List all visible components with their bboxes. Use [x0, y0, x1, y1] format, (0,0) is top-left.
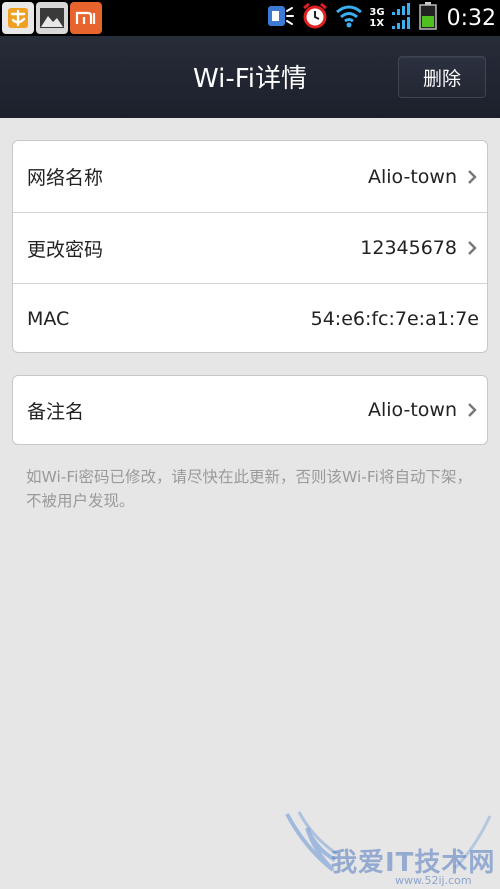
status-bar: 3G 1X 0:32 [0, 0, 500, 36]
change-password-row[interactable]: 更改密码 12345678 [13, 212, 487, 283]
network-1x-label: 1X [369, 18, 385, 29]
watermark: 我爱IT技术网 www.52ij.com [285, 808, 500, 889]
remark-card: 备注名 Alio-town [12, 375, 488, 445]
video-call-icon [267, 3, 295, 33]
change-password-label: 更改密码 [27, 238, 104, 261]
network-name-row[interactable]: 网络名称 Alio-town [13, 141, 487, 212]
mac-label: MAC [27, 308, 70, 330]
network-3g-label: 3G [369, 7, 385, 18]
remark-name-label: 备注名 [27, 400, 85, 423]
app-notification-icon [2, 2, 34, 34]
clock: 0:32 [446, 5, 496, 31]
remark-name-row[interactable]: 备注名 Alio-town [13, 376, 487, 444]
hint-text: 如Wi-Fi密码已修改，请尽快在此更新，否则该Wi-Fi将自动下架，不被用户发现… [26, 468, 472, 510]
system-icons: 3G 1X 0:32 [267, 2, 500, 34]
password-value: 12345678 [360, 237, 457, 259]
network-name-label: 网络名称 [27, 167, 104, 189]
network-name-value: Alio-town [367, 165, 457, 188]
delete-button[interactable]: 删除 [398, 56, 486, 98]
gallery-icon [36, 2, 68, 34]
remark-name-value: Alio-town [367, 399, 457, 421]
battery-icon [418, 2, 437, 34]
chevron-right-icon [465, 400, 479, 420]
mac-value: 54:e6:fc:7e:a1:7e [310, 308, 479, 330]
chevron-right-icon [465, 238, 479, 258]
signal-icon [391, 3, 413, 33]
mi-icon [70, 2, 102, 34]
chevron-right-icon [465, 167, 479, 187]
title-bar: Wi-Fi详情 删除 [0, 36, 500, 118]
network-type: 3G 1X [369, 7, 384, 29]
notification-icons [0, 2, 102, 34]
watermark-url: www.52ij.com [395, 874, 472, 887]
alarm-clock-icon [301, 2, 329, 34]
wifi-details-card: 网络名称 Alio-town 更改密码 12345678 MAC 54:e6:f… [12, 140, 488, 353]
mac-row: MAC 54:e6:fc:7e:a1:7e [13, 283, 487, 352]
wifi-icon [335, 4, 363, 32]
